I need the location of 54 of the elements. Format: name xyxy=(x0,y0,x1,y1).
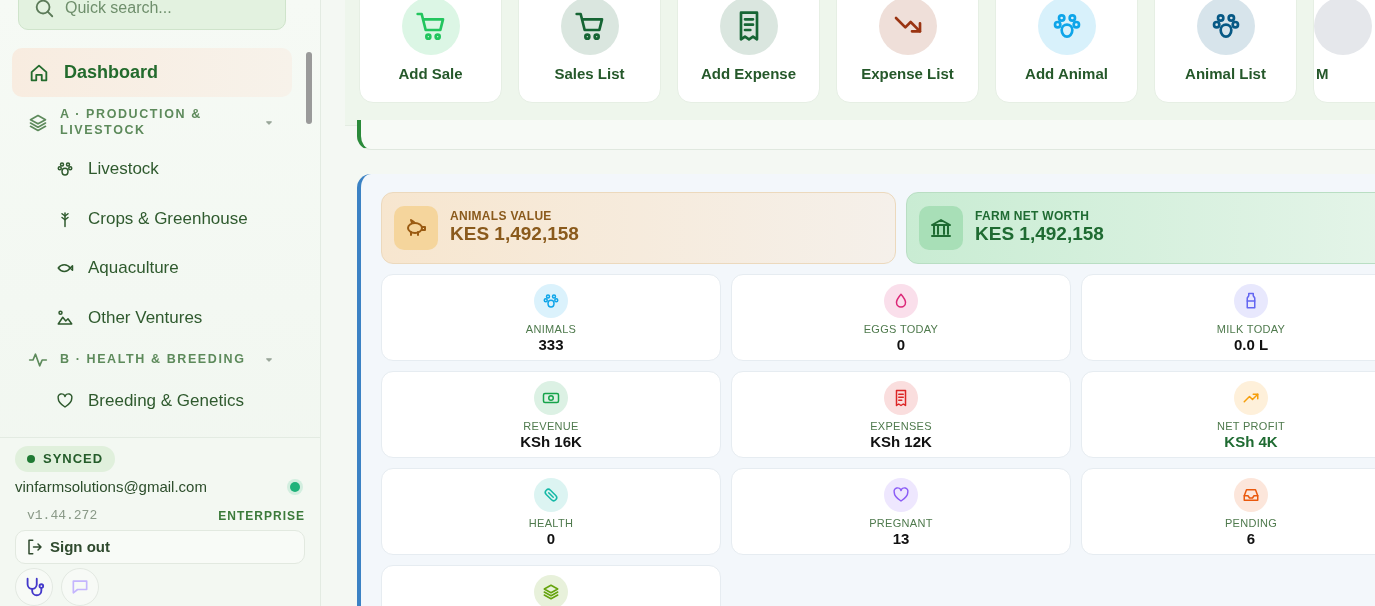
section-header[interactable]: B · HEALTH & BREEDING xyxy=(12,344,292,377)
section-header[interactable]: A · PRODUCTION & LIVESTOCK xyxy=(12,101,292,145)
search-bar[interactable]: Quick search... xyxy=(18,0,286,30)
quick-action-button[interactable]: Animal List xyxy=(1154,0,1297,103)
stat-label: ANIMALS xyxy=(525,322,577,336)
chat-bubble-icon xyxy=(70,577,90,597)
stat-value: 0.0 L xyxy=(1233,335,1269,354)
stat-label: PREGNANT xyxy=(869,516,933,530)
heart-icon xyxy=(56,392,74,410)
stat-label: HEALTH xyxy=(528,516,574,530)
stat-value: 6 xyxy=(1246,529,1256,548)
stat-label: NET PROFIT xyxy=(1216,419,1286,433)
nav-item[interactable]: Aquaculture xyxy=(12,245,292,291)
mountain-icon xyxy=(56,308,74,327)
quick-action-button[interactable]: Add Animal xyxy=(995,0,1138,103)
stat-label: EXPENSES xyxy=(870,419,932,433)
version-label: v1.44.272 xyxy=(27,507,98,525)
stat-value: KSh 4K xyxy=(1224,432,1278,451)
stat-value: 333 xyxy=(538,335,564,354)
health-button[interactable] xyxy=(15,568,53,606)
stat-label: REVENUE xyxy=(523,419,579,433)
stat-value: KSh 12K xyxy=(870,432,932,451)
layers-icon xyxy=(28,112,48,133)
quick-action-button[interactable]: Sales List xyxy=(518,0,661,103)
paw-icon xyxy=(56,160,74,178)
chat-button[interactable] xyxy=(61,568,99,606)
stat-value: 13 xyxy=(892,529,910,548)
logout-icon xyxy=(26,537,44,556)
sync-status-badge: SYNCED xyxy=(15,446,116,472)
nav-item[interactable]: Breeding & Genetics xyxy=(12,378,292,424)
nav-item[interactable]: Livestock xyxy=(12,146,292,192)
stat-value: 0 xyxy=(896,335,906,354)
stat-label: PENDING xyxy=(1224,516,1278,530)
quick-action-button[interactable]: Add Expense xyxy=(677,0,820,103)
nav-item[interactable]: Dashboard xyxy=(12,48,292,97)
nav-item[interactable]: Other Ventures xyxy=(12,294,292,341)
search-icon xyxy=(33,0,55,19)
value-amount: KES 1,492,158 xyxy=(450,222,579,246)
plan-label: ENTERPRISE xyxy=(218,507,305,525)
value-amount: KES 1,492,158 xyxy=(975,222,1104,246)
account-email: vinfarmsolutions@gmail.com xyxy=(15,476,207,497)
stat-value: 0 xyxy=(546,529,556,548)
quick-action-button[interactable]: Expense List xyxy=(836,0,979,103)
sign-out-button[interactable]: Sign out xyxy=(15,529,305,564)
quick-action-button[interactable]: Add Sale xyxy=(359,0,502,103)
stat-label: EGGS TODAY xyxy=(863,322,939,336)
nav-item[interactable]: Crops & Greenhouse xyxy=(12,195,292,242)
stat-value: KSh 16K xyxy=(520,432,582,451)
value-label: ANIMALS VALUE xyxy=(450,209,553,223)
quick-action-button[interactable]: M xyxy=(1313,0,1375,103)
stat-label: MILK TODAY xyxy=(1216,322,1286,336)
scrollbar-thumb[interactable] xyxy=(306,52,312,124)
search-input[interactable]: Quick search... xyxy=(63,0,263,21)
value-label: FARM NET WORTH xyxy=(975,209,1091,223)
